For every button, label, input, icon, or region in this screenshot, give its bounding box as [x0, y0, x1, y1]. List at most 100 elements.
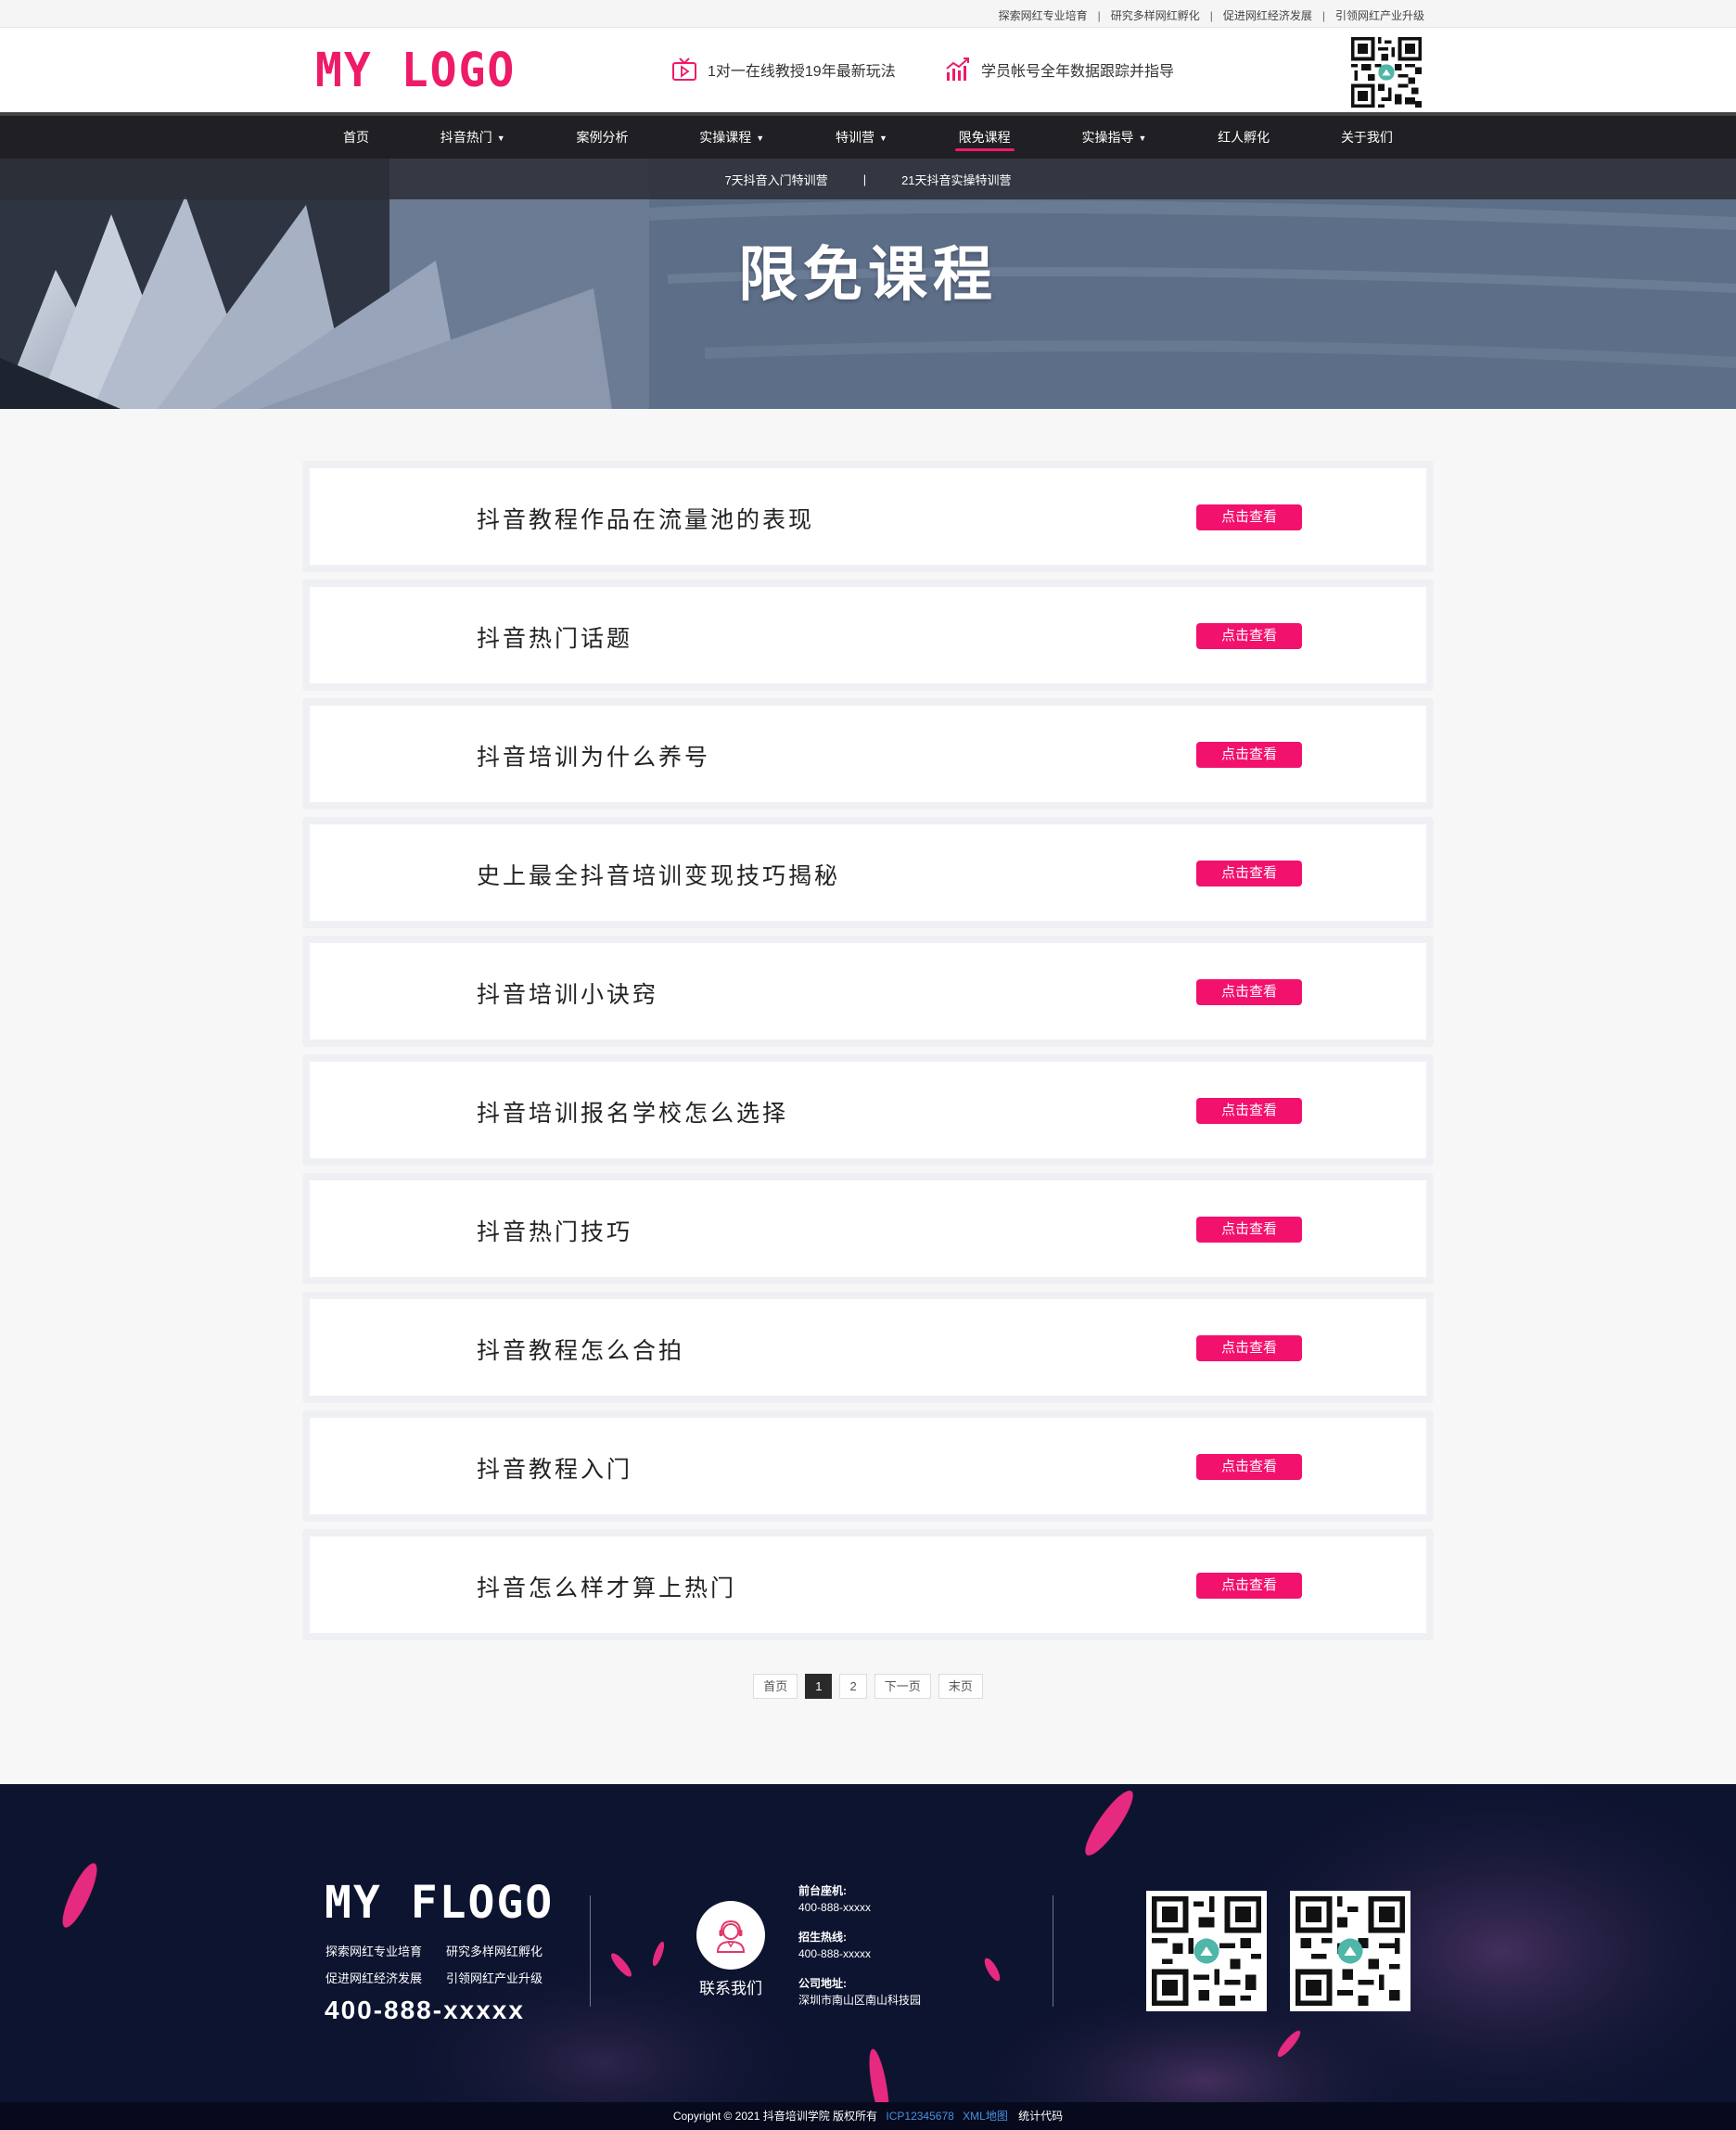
course-item[interactable]: 抖音培训为什么养号 点击查看 [302, 698, 1434, 810]
main-nav: 首页 抖音热门 ▼ 案例分析 实操课程 ▼ 特训营 ▼ 限免课程 实操指导 ▼ 红人孵化… [0, 116, 1736, 159]
top-link[interactable]: 研究多样网红孵化 [1111, 7, 1200, 23]
nav-item-training-camp[interactable]: 特训营 ▼ [836, 116, 887, 159]
nav-item-hot[interactable]: 抖音热门 ▼ [440, 116, 505, 159]
view-button[interactable]: 点击查看 [1196, 1454, 1302, 1480]
header-feature-text: 1对一在线教授19年最新玩法 [708, 64, 896, 80]
footer-phone: 400-888-xxxxx [325, 1996, 525, 2024]
view-button[interactable]: 点击查看 [1196, 742, 1302, 768]
page-banner: 7天抖音入门特训营 | 21天抖音实操特训营 限免课程 [0, 159, 1736, 409]
course-item[interactable]: 抖音培训小诀窍 点击查看 [302, 936, 1434, 1047]
course-item[interactable]: 抖音教程作品在流量池的表现 点击查看 [302, 461, 1434, 572]
copyright-bar: Copyright © 2021 抖音培训学院 版权所有 ICP12345678… [0, 2102, 1736, 2130]
top-link[interactable]: 引领网红产业升级 [1335, 7, 1424, 23]
nav-item-cases[interactable]: 案例分析 [576, 116, 628, 159]
customer-service-icon [716, 1920, 746, 1953]
sub-nav-link[interactable]: 7天抖音入门特训营 [724, 171, 827, 188]
header-qr-code [1351, 37, 1422, 108]
footer-logo[interactable]: MY FLOGO [325, 1877, 554, 1929]
course-title[interactable]: 抖音教程作品在流量池的表现 [477, 502, 814, 535]
caret-down-icon: ▼ [756, 134, 765, 143]
view-button[interactable]: 点击查看 [1196, 1573, 1302, 1599]
footer-divider [590, 1895, 591, 2007]
course-item[interactable]: 抖音培训报名学校怎么选择 点击查看 [302, 1054, 1434, 1166]
info-value: 400-888-xxxxx [798, 1901, 872, 1914]
view-button[interactable]: 点击查看 [1196, 504, 1302, 530]
top-link[interactable]: 探索网红专业培育 [999, 7, 1088, 23]
course-title[interactable]: 抖音培训小诀窍 [477, 976, 658, 1010]
top-bar: 探索网红专业培育 | 研究多样网红孵化 | 促进网红经济发展 | 引领网红产业升… [0, 0, 1736, 28]
view-button[interactable]: 点击查看 [1196, 1098, 1302, 1124]
course-title[interactable]: 抖音教程怎么合拍 [477, 1333, 684, 1366]
course-title[interactable]: 抖音热门话题 [477, 620, 632, 654]
header-feature-text: 学员帐号全年数据跟踪并指导 [981, 64, 1175, 80]
stats-code: 统计代码 [1018, 2110, 1064, 2123]
nav-item-free-courses[interactable]: 限免课程 [954, 116, 1015, 159]
nav-item-practical-courses[interactable]: 实操课程 ▼ [699, 116, 764, 159]
course-title[interactable]: 抖音怎么样才算上热门 [477, 1570, 736, 1603]
course-item[interactable]: 抖音教程入门 点击查看 [302, 1410, 1434, 1522]
nav-item-label: 限免课程 [958, 130, 1011, 145]
course-item[interactable]: 抖音热门话题 点击查看 [302, 580, 1434, 691]
course-item[interactable]: 抖音教程怎么合拍 点击查看 [302, 1292, 1434, 1403]
info-label: 招生热线: [798, 1931, 847, 1944]
tv-play-icon [670, 56, 698, 83]
nav-item-about[interactable]: 关于我们 [1341, 116, 1393, 159]
contact-label[interactable]: 联系我们 [688, 1975, 773, 1998]
course-title[interactable]: 抖音培训报名学校怎么选择 [477, 1095, 788, 1129]
view-button[interactable]: 点击查看 [1196, 623, 1302, 649]
view-button[interactable]: 点击查看 [1196, 1335, 1302, 1361]
view-button[interactable]: 点击查看 [1196, 979, 1302, 1005]
top-link-separator: | [1209, 8, 1213, 22]
info-value: 深圳市南山区南山科技园 [798, 1994, 922, 2007]
footer-qr-code [1290, 1891, 1410, 2011]
nav-item-label: 红人孵化 [1218, 130, 1270, 145]
course-item[interactable]: 抖音怎么样才算上热门 点击查看 [302, 1529, 1434, 1640]
first-page-button[interactable]: 首页 [753, 1674, 798, 1699]
next-page-button[interactable]: 下一页 [874, 1674, 931, 1699]
nav-item-guidance[interactable]: 实操指导 ▼ [1081, 116, 1146, 159]
top-link-separator: | [1321, 8, 1325, 22]
course-title[interactable]: 抖音培训为什么养号 [477, 739, 710, 772]
contact-button[interactable] [696, 1901, 765, 1970]
nav-item-label: 关于我们 [1340, 130, 1393, 145]
footer-contact-info: 前台座机: 400-888-xxxxx 招生热线: 400-888-xxxxx … [798, 1882, 921, 2022]
course-title[interactable]: 抖音教程入门 [477, 1451, 632, 1485]
site-logo[interactable]: MY LOGO [315, 47, 516, 94]
nav-item-label: 特训营 [835, 130, 874, 145]
sub-nav-link[interactable]: 21天抖音实操特训营 [901, 171, 1011, 188]
page-title: 限免课程 [738, 241, 998, 308]
nav-item-label: 案例分析 [576, 130, 629, 145]
footer-tagline: 研究多样网红孵化 [446, 1945, 543, 1958]
footer-tagline: 探索网红专业培育 [326, 1945, 423, 1958]
view-button[interactable]: 点击查看 [1196, 861, 1302, 886]
view-button[interactable]: 点击查看 [1196, 1217, 1302, 1243]
top-link[interactable]: 促进网红经济发展 [1223, 7, 1312, 23]
caret-down-icon: ▼ [878, 134, 887, 143]
footer-qr-code [1146, 1891, 1267, 2011]
pagination: 首页 1 2 下一页 末页 [0, 1674, 1736, 1699]
header-feature-tutoring: 1对一在线教授19年最新玩法 [670, 56, 896, 83]
course-item[interactable]: 史上最全抖音培训变现技巧揭秘 点击查看 [302, 817, 1434, 928]
xml-map-link[interactable]: XML地图 [963, 2110, 1008, 2123]
course-title[interactable]: 史上最全抖音培训变现技巧揭秘 [477, 858, 840, 891]
footer-tagline: 引领网红产业升级 [446, 1971, 543, 1985]
info-label: 公司地址: [798, 1977, 847, 1990]
last-page-button[interactable]: 末页 [938, 1674, 983, 1699]
footer-tagline: 促进网红经济发展 [326, 1971, 423, 1985]
nav-item-incubation[interactable]: 红人孵化 [1218, 116, 1270, 159]
nav-item-home[interactable]: 首页 [343, 116, 369, 159]
sub-nav-separator: | [862, 172, 867, 186]
course-item[interactable]: 抖音热门技巧 点击查看 [302, 1173, 1434, 1284]
info-value: 400-888-xxxxx [798, 1947, 872, 1960]
course-title[interactable]: 抖音热门技巧 [477, 1214, 632, 1247]
nav-item-label: 首页 [343, 130, 369, 145]
header-feature-tracking: 学员帐号全年数据跟踪并指导 [944, 56, 1174, 83]
info-label: 前台座机: [798, 1884, 847, 1897]
page-button[interactable]: 2 [839, 1674, 867, 1699]
icp-link[interactable]: ICP12345678 [886, 2110, 953, 2123]
nav-item-label: 抖音热门 [440, 130, 492, 145]
site-header: MY LOGO 1对一在线教授19年最新玩法 学员帐号全年数据跟踪并指导 [0, 28, 1736, 116]
page-button-current[interactable]: 1 [805, 1674, 833, 1699]
footer-taglines: 探索网红专业培育 研究多样网红孵化 促进网红经济发展 引领网红产业升级 [326, 1942, 557, 1986]
growth-chart-icon [944, 56, 972, 83]
